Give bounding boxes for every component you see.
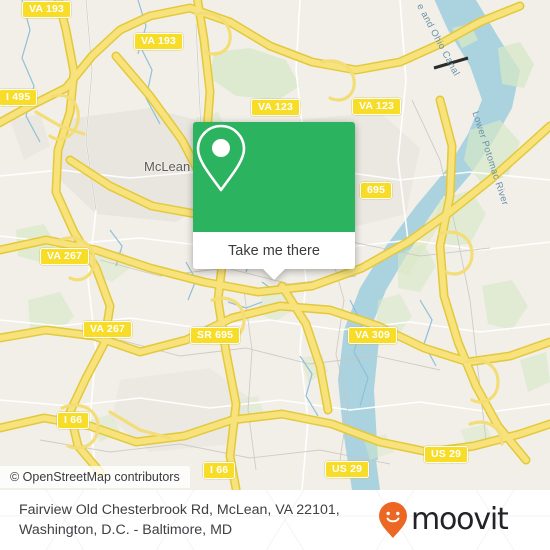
shield-va-123-e[interactable]: VA 123 [352, 98, 402, 115]
shield-i-495[interactable]: I 495 [0, 89, 38, 106]
shield-va-267-s[interactable]: VA 267 [83, 321, 133, 338]
take-me-there-label: Take me there [228, 242, 320, 259]
moovit-pin-icon [379, 502, 407, 538]
popup-action-bar[interactable]: Take me there [193, 232, 355, 280]
map-screenshot: McLean e and Ohio Canal Lower Potomac Ri… [0, 0, 550, 550]
popup-pin-area [193, 122, 355, 232]
osm-attribution[interactable]: © OpenStreetMap contributors [0, 466, 190, 488]
location-title-line-1: Fairview Old Chesterbrook Rd, McLean, VA… [19, 502, 340, 518]
location-popup-card[interactable]: Take me there [193, 122, 355, 280]
moovit-wordmark: moovit [411, 502, 509, 537]
shield-i-66-w[interactable]: I 66 [57, 412, 90, 429]
map-canvas[interactable]: McLean e and Ohio Canal Lower Potomac Ri… [0, 0, 550, 490]
shield-sr-695[interactable]: SR 695 [190, 327, 241, 344]
shield-va-193-n[interactable]: VA 193 [134, 33, 184, 50]
shield-695[interactable]: 695 [360, 182, 393, 199]
shield-i-66-s[interactable]: I 66 [203, 462, 236, 479]
location-title-line-2: Washington, D.C. - Baltimore, MD [19, 522, 233, 538]
moovit-logo[interactable]: moovit [378, 501, 509, 539]
footer-bar: Fairview Old Chesterbrook Rd, McLean, VA… [0, 490, 550, 550]
popup-tail [263, 269, 285, 280]
shield-va-193-nw[interactable]: VA 193 [22, 1, 72, 18]
location-pin-icon [196, 124, 246, 192]
shield-va-267-w[interactable]: VA 267 [40, 248, 90, 265]
location-title: Fairview Old Chesterbrook Rd, McLean, VA… [19, 500, 374, 540]
shield-va-309[interactable]: VA 309 [348, 327, 398, 344]
shield-va-123-w[interactable]: VA 123 [251, 99, 301, 116]
shield-us-29-e[interactable]: US 29 [424, 446, 469, 463]
shield-us-29-w[interactable]: US 29 [325, 461, 370, 478]
